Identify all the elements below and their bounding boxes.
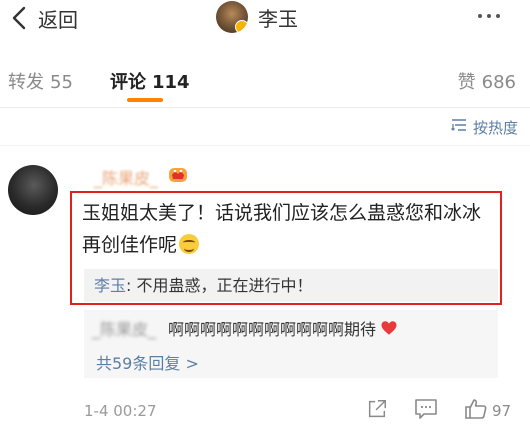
more-dot-icon [496,14,500,18]
more-dot-icon [478,14,482,18]
reply-author[interactable]: _陈果皮_ [92,316,156,340]
back-button[interactable]: 返回 [6,2,78,34]
comment-text-content: 玉姐姐太美了！话说我们应该怎么蛊惑您和冰冰再创佳作呢 [82,202,482,256]
tab-comment-count: 114 [152,72,190,93]
reply-item[interactable]: _陈果皮_ 啊啊啊啊啊啊啊啊啊啊啊期待 [92,316,398,340]
more-dot-icon [487,14,491,18]
reply-text: 啊啊啊啊啊啊啊啊啊啊啊期待 [168,320,377,339]
sort-button[interactable]: 按热度 [451,115,518,139]
reply-author[interactable]: 李玉 [94,276,126,295]
divider [0,145,530,146]
comment-text: 玉姐姐太美了！话说我们应该怎么蛊惑您和冰冰再创佳作呢 [82,197,492,261]
avatar [216,1,248,33]
tab-like-label: 赞 [457,72,476,93]
divider [0,107,530,108]
comment-icon [414,398,438,424]
active-tab-indicator [127,98,163,102]
sort-icon [451,118,467,136]
vip-crown-icon [166,162,190,186]
heart-icon [380,319,398,337]
tab-comment-label: 评论 [110,72,146,93]
tab-repost[interactable]: 转发 55 [8,68,73,94]
tab-comment[interactable]: 评论 114 [110,68,190,94]
tab-repost-label: 转发 [8,72,44,93]
tab-like-count: 686 [481,72,516,93]
tab-bar: 转发 55 评论 114 赞 686 [0,60,530,98]
page-title: 李玉 [258,6,298,31]
thumbs-up-icon [464,397,488,425]
share-icon [366,398,388,424]
tab-like[interactable]: 赞 686 [458,68,516,94]
back-label: 返回 [38,7,78,32]
comment-username[interactable]: _陈果皮_ [94,165,158,189]
more-replies-link[interactable]: 共59条回复 > [96,350,199,374]
comment-timestamp: 1-4 00:27 [84,402,157,420]
like-button[interactable]: 97 [464,398,511,424]
reply-item[interactable]: 李玉: 不用蛊惑，正在进行中！ [94,274,313,298]
share-button[interactable] [366,398,388,424]
reply-button[interactable] [414,398,438,424]
smile-emoji-icon [179,234,200,254]
chevron-left-icon [6,5,32,31]
sort-label: 按热度 [472,118,518,137]
page-title-group: 李玉 [216,0,298,34]
avatar[interactable] [8,165,58,215]
reply-text: : 不用蛊惑，正在进行中！ [126,276,313,295]
tab-repost-count: 55 [50,72,73,93]
like-count: 97 [492,402,512,420]
verified-badge-icon [235,20,248,33]
more-menu-button[interactable] [478,3,500,29]
